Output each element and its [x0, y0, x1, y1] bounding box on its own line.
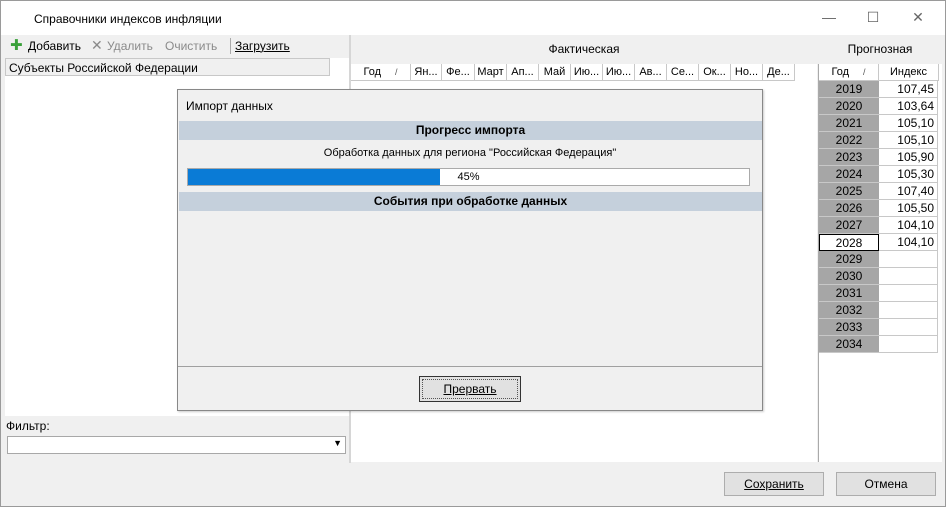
year-cell[interactable]: 2033	[819, 319, 879, 336]
year-cell[interactable]: 2023	[819, 149, 879, 166]
index-cell[interactable]: 103,64	[879, 98, 938, 115]
year-cell[interactable]: 2031	[819, 285, 879, 302]
table-row[interactable]: 2026105,50	[819, 200, 939, 217]
minimize-button[interactable]: —	[817, 7, 841, 27]
table-row[interactable]: 2030	[819, 268, 939, 285]
plus-icon[interactable]: ✚	[10, 36, 23, 54]
abort-button[interactable]: Прервать	[419, 376, 521, 402]
filter-select[interactable]: ▼	[7, 436, 346, 454]
table-row[interactable]: 2022105,10	[819, 132, 939, 149]
index-cell[interactable]	[879, 336, 938, 353]
load-button[interactable]: Загрузить	[235, 39, 290, 53]
events-list[interactable]	[179, 211, 762, 366]
year-cell[interactable]: 2026	[819, 200, 879, 217]
title-bar: Справочники индексов инфляции — ☐ ✕	[1, 1, 945, 35]
forecast-title: Прогнозная	[817, 42, 943, 56]
table-row[interactable]: 2023105,90	[819, 149, 939, 166]
fact-col-month[interactable]: Ию...	[603, 64, 635, 81]
fact-title: Фактическая	[351, 42, 817, 56]
index-cell[interactable]: 107,45	[879, 81, 938, 98]
save-button[interactable]: Сохранить	[724, 472, 824, 496]
table-row[interactable]: 2024105,30	[819, 166, 939, 183]
toolbar: ✚ Добавить ✕ Удалить Очистить Загрузить	[5, 35, 349, 57]
chevron-down-icon[interactable]: ▼	[333, 438, 342, 448]
year-cell[interactable]: 2022	[819, 132, 879, 149]
index-cell[interactable]: 104,10	[879, 217, 938, 234]
index-cell[interactable]: 105,30	[879, 166, 938, 183]
fact-col-year[interactable]: Год/	[351, 64, 411, 81]
abort-label: Прервать	[422, 379, 518, 399]
year-cell[interactable]: 2028	[819, 234, 879, 251]
index-cell[interactable]: 105,10	[879, 132, 938, 149]
delete-icon: ✕	[91, 37, 103, 54]
close-button[interactable]: ✕	[906, 7, 930, 27]
add-button[interactable]: Добавить	[28, 39, 81, 53]
table-row[interactable]: 2031	[819, 285, 939, 302]
sort-icon: /	[863, 67, 866, 77]
index-cell[interactable]: 107,40	[879, 183, 938, 200]
year-cell[interactable]: 2025	[819, 183, 879, 200]
index-cell[interactable]	[879, 319, 938, 336]
progress-header: Прогресс импорта	[179, 121, 762, 140]
index-cell[interactable]	[879, 285, 938, 302]
sort-icon: /	[395, 67, 398, 77]
year-cell[interactable]: 2032	[819, 302, 879, 319]
table-row[interactable]: 2019107,45	[819, 81, 939, 98]
status-text: Обработка данных для региона "Российская…	[178, 147, 762, 159]
fact-col-month[interactable]: Ав...	[635, 64, 667, 81]
table-row[interactable]: 2020103,64	[819, 98, 939, 115]
table-row[interactable]: 2034	[819, 336, 939, 353]
fact-col-month[interactable]: Май	[539, 64, 571, 81]
table-row[interactable]: 2028104,10	[819, 234, 939, 251]
year-cell[interactable]: 2027	[819, 217, 879, 234]
delete-button[interactable]: Удалить	[107, 39, 153, 53]
year-cell[interactable]: 2030	[819, 268, 879, 285]
clear-button[interactable]: Очистить	[165, 39, 217, 53]
index-cell[interactable]: 105,50	[879, 200, 938, 217]
fact-col-month[interactable]: Ап...	[507, 64, 539, 81]
window-title: Справочники индексов инфляции	[34, 12, 222, 26]
cancel-button[interactable]: Отмена	[836, 472, 936, 496]
dialog-divider	[178, 366, 762, 367]
table-row[interactable]: 2027104,10	[819, 217, 939, 234]
filter-label: Фильтр:	[6, 419, 50, 433]
fact-col-month[interactable]: Ян...	[411, 64, 442, 81]
bottom-bar: Сохранить Отмена	[1, 463, 945, 506]
year-cell[interactable]: 2034	[819, 336, 879, 353]
fact-col-month[interactable]: Ок...	[699, 64, 731, 81]
fact-col-month[interactable]: Ию...	[571, 64, 603, 81]
table-row[interactable]: 2025107,40	[819, 183, 939, 200]
year-cell[interactable]: 2024	[819, 166, 879, 183]
import-dialog: Импорт данных Прогресс импорта Обработка…	[177, 89, 763, 411]
table-row[interactable]: 2032	[819, 302, 939, 319]
table-row[interactable]: 2033	[819, 319, 939, 336]
progress-bar: 45%	[187, 168, 750, 186]
forecast-table[interactable]: Год/ Индекс 2019107,452020103,642021105,…	[818, 64, 942, 462]
year-cell[interactable]: 2029	[819, 251, 879, 268]
events-header: События при обработке данных	[179, 192, 762, 211]
fact-col-month[interactable]: Но...	[731, 64, 763, 81]
fact-col-month[interactable]: Де...	[763, 64, 795, 81]
fact-col-month[interactable]: Фе...	[442, 64, 475, 81]
year-cell[interactable]: 2021	[819, 115, 879, 132]
year-cell[interactable]: 2019	[819, 81, 879, 98]
fact-col-month[interactable]: Март	[475, 64, 507, 81]
index-cell[interactable]: 104,10	[879, 234, 938, 251]
forecast-col-index[interactable]: Индекс	[879, 64, 939, 81]
table-row[interactable]: 2021105,10	[819, 115, 939, 132]
progress-text: 45%	[188, 169, 749, 185]
table-row[interactable]: 2029	[819, 251, 939, 268]
dialog-title: Импорт данных	[186, 99, 273, 113]
regions-header[interactable]: Субъекты Российской Федерации	[5, 58, 330, 76]
index-cell[interactable]: 105,90	[879, 149, 938, 166]
index-cell[interactable]	[879, 268, 938, 285]
index-cell[interactable]: 105,10	[879, 115, 938, 132]
toolbar-divider	[230, 38, 231, 54]
forecast-col-year[interactable]: Год/	[819, 64, 879, 81]
index-cell[interactable]	[879, 302, 938, 319]
maximize-button[interactable]: ☐	[861, 7, 885, 27]
fact-col-month[interactable]: Се...	[667, 64, 699, 81]
year-cell[interactable]: 2020	[819, 98, 879, 115]
index-cell[interactable]	[879, 251, 938, 268]
